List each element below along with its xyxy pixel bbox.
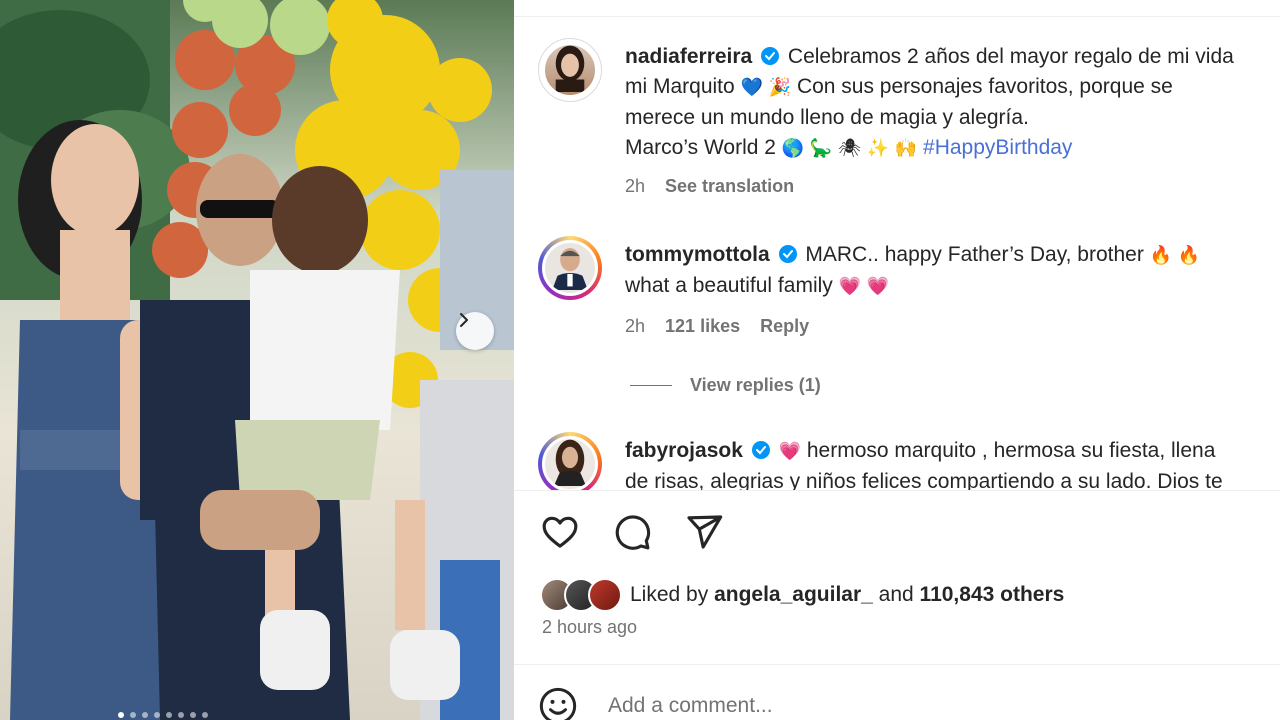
- share-icon: [687, 515, 723, 549]
- comment-text: MARC.. happy Father’s Day, brother: [805, 243, 1144, 266]
- see-translation-button[interactable]: See translation: [665, 176, 794, 197]
- verified-icon: [778, 245, 797, 263]
- view-replies-label: View replies (1): [690, 375, 821, 395]
- carousel-dot: [142, 712, 148, 718]
- comment-input[interactable]: Add a comment...: [608, 694, 773, 718]
- action-bar: [538, 510, 726, 554]
- verified-icon: [751, 441, 770, 459]
- liker-username[interactable]: angela_aguilar_: [714, 583, 873, 607]
- heart-icon: [542, 516, 578, 548]
- carousel-dot: [190, 712, 196, 718]
- caption-text: Celebramos 2 años del mayor regalo de mi…: [787, 45, 1234, 68]
- carousel-dot: [166, 712, 172, 718]
- carousel-dot: [202, 712, 208, 718]
- post-time: 2 hours ago: [542, 617, 638, 637]
- likes-count[interactable]: 110,843 others: [920, 583, 1065, 607]
- post-photo[interactable]: [0, 0, 514, 720]
- emoji-button[interactable]: [538, 686, 578, 720]
- caption-text: Con sus personajes favoritos, porque se: [796, 75, 1173, 98]
- liked-by-conj: and: [878, 583, 914, 606]
- comment-time: 2h: [625, 316, 646, 336]
- caption-username[interactable]: nadiaferreira: [625, 45, 752, 68]
- caption-text: mi Marquito: [625, 75, 735, 98]
- share-button[interactable]: [682, 510, 726, 554]
- comment-likes[interactable]: 121 likes: [665, 316, 740, 337]
- carousel-dot: [154, 712, 160, 718]
- like-button[interactable]: [538, 510, 582, 554]
- hashtag-link[interactable]: #HappyBirthday: [923, 136, 1072, 159]
- emoji: 🔥 🔥: [1149, 245, 1201, 266]
- carousel-indicator: [118, 712, 208, 718]
- photo-illustration: [0, 0, 514, 720]
- comment-text: de risas, alegrias y niños felices compa…: [625, 470, 1223, 490]
- comment-button[interactable]: [610, 510, 654, 554]
- comment-username[interactable]: fabyrojasok: [625, 439, 743, 462]
- comment-scroll-clip: fabyrojasok 💗 hermoso marquito , hermosa…: [514, 420, 1280, 490]
- comment-text: what a beautiful family: [625, 274, 833, 297]
- liked-by: Liked by angela_aguilar_ and 110,843 oth…: [540, 578, 1064, 612]
- caption-text: merece un mundo lleno de magia y alegría…: [625, 106, 1029, 129]
- caption-text: Marco’s World 2: [625, 136, 776, 159]
- liker-avatars: [540, 578, 622, 612]
- reply-button[interactable]: Reply: [760, 316, 809, 337]
- chevron-right-icon: [460, 313, 468, 327]
- verified-icon: [761, 47, 780, 65]
- view-replies-button[interactable]: View replies (1): [630, 375, 821, 396]
- carousel-dot: [118, 712, 124, 718]
- liked-by-label: Liked by: [630, 583, 709, 606]
- comment-icon: [615, 515, 651, 550]
- comment-username[interactable]: tommymottola: [625, 243, 770, 266]
- emoji-icon: [539, 687, 577, 720]
- emoji: 💗 💗: [838, 276, 890, 297]
- comment-panel: nadiaferreira Celebramos 2 años del mayo…: [514, 0, 1280, 720]
- carousel-dot: [130, 712, 136, 718]
- emoji: 🌎 🦕 🕷 ✨ 🙌: [781, 138, 918, 159]
- replies-line: [630, 385, 672, 386]
- avatar[interactable]: [538, 38, 602, 102]
- divider: [514, 664, 1280, 665]
- caption-time: 2h: [625, 176, 646, 196]
- avatar[interactable]: [538, 236, 602, 300]
- comment-composer: Add a comment...: [538, 686, 773, 720]
- divider: [514, 16, 1280, 17]
- avatar[interactable]: [538, 432, 602, 490]
- emoji: 💙 🎉: [740, 77, 792, 98]
- divider: [514, 490, 1280, 491]
- avatar: [588, 578, 622, 612]
- next-photo-button[interactable]: [456, 312, 494, 350]
- emoji: 💗: [778, 441, 801, 462]
- comment-text: hermoso marquito , hermosa su fiesta, ll…: [806, 439, 1216, 462]
- carousel-dot: [178, 712, 184, 718]
